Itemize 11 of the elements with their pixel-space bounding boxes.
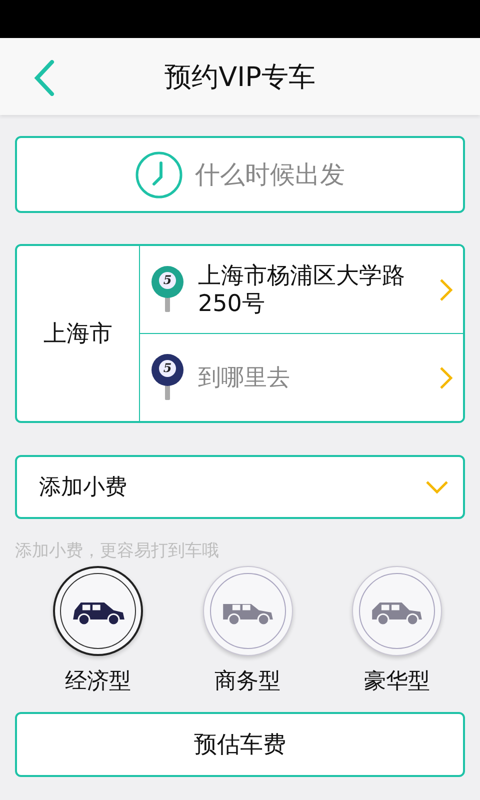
page-title: 预约VIP专车 [164,60,316,94]
chevron-right-icon [439,366,453,390]
chevron-right-icon [439,278,453,302]
clock-icon [135,150,183,198]
departure-time-button[interactable]: 什么时候出发 [15,136,465,213]
chevron-down-icon [425,480,449,494]
address-text: 上海市杨浦区大学路250号 [198,262,406,318]
tip-dropdown[interactable]: 添加小费 [15,455,465,519]
estimate-fare-button[interactable]: 预估车费 [15,712,465,777]
address-row[interactable]: 5 到哪里去 [140,333,463,421]
address-placeholder: 到哪里去 [198,364,291,392]
